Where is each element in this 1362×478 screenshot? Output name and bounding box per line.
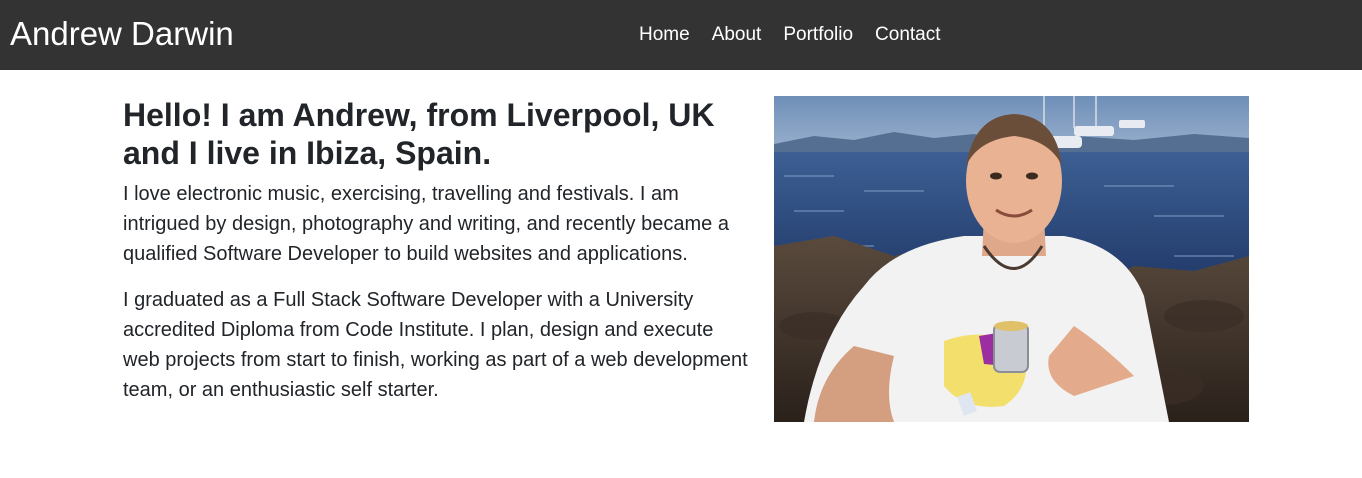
nav-menu: Home About Portfolio Contact (628, 0, 952, 70)
nav-link-home[interactable]: Home (628, 21, 701, 49)
nav-item-portfolio: Portfolio (772, 21, 864, 49)
top-navbar: Andrew Darwin Home About Portfolio Conta… (0, 0, 1362, 70)
profile-photo (774, 96, 1249, 422)
nav-link-contact[interactable]: Contact (864, 21, 951, 49)
about-section: Hello! I am Andrew, from Liverpool, UK a… (123, 96, 749, 405)
profile-photo-illustration (774, 96, 1249, 422)
nav-item-contact: Contact (864, 21, 951, 49)
brand-link[interactable]: Andrew Darwin (10, 12, 234, 56)
nav-link-about[interactable]: About (701, 21, 773, 49)
about-heading: Hello! I am Andrew, from Liverpool, UK a… (123, 97, 715, 171)
about-paragraph-1: I love electronic music, exercising, tra… (123, 183, 729, 265)
nav-item-about: About (701, 21, 773, 49)
nav-item-home: Home (628, 21, 701, 49)
nav-link-portfolio[interactable]: Portfolio (772, 21, 864, 49)
about-paragraph-2: I graduated as a Full Stack Software Dev… (123, 289, 748, 401)
